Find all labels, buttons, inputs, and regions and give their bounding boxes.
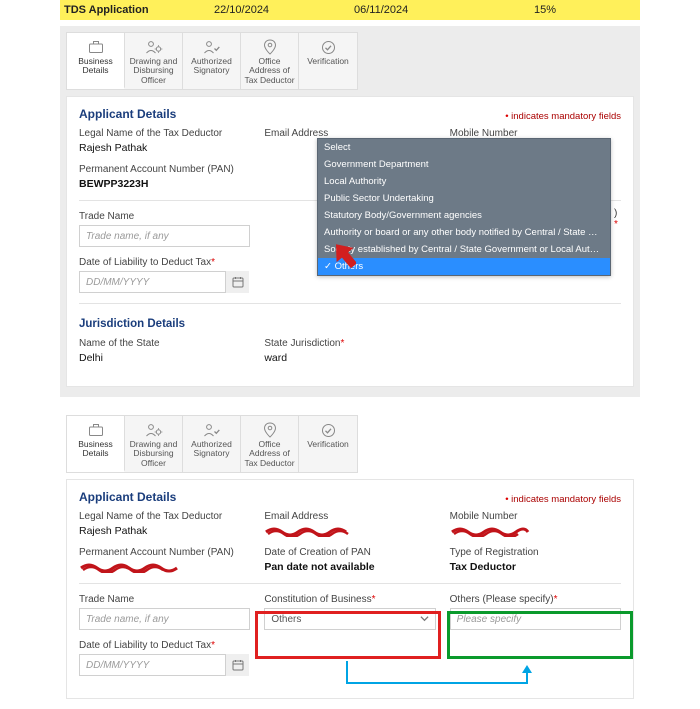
status-date2: 06/11/2024 — [354, 4, 534, 16]
value-legal-2: Rajesh Pathak — [79, 525, 250, 537]
person-check-icon — [185, 39, 238, 55]
tab-authorized-signatory[interactable]: Authorized Signatory — [183, 416, 241, 472]
label-juris: State Jurisdiction* — [264, 338, 435, 349]
dropdown-option[interactable]: Public Sector Undertaking — [318, 190, 610, 207]
constitution-dropdown[interactable]: SelectGovernment DepartmentLocal Authori… — [317, 138, 611, 276]
dropdown-option[interactable]: Local Authority — [318, 173, 610, 190]
label-trade-2: Trade Name — [79, 594, 250, 605]
check-circle-icon — [301, 39, 355, 55]
tab-strip-2: Business DetailsDrawing and Disbursing O… — [66, 415, 358, 473]
tab-office-address-of-tax-deductor[interactable]: Office Address of Tax Deductor — [241, 416, 299, 472]
label-pan: Permanent Account Number (PAN) — [79, 164, 250, 175]
redacted-pan — [79, 561, 179, 573]
status-app: TDS Application — [64, 4, 214, 16]
label-legal-2: Legal Name of the Tax Deductor — [79, 511, 250, 522]
label-liability-2: Date of Liability to Deduct Tax* — [79, 640, 250, 651]
label-constitution: Constitution of Business* — [264, 594, 435, 605]
others-specify-input[interactable]: Please specify — [450, 608, 621, 630]
tab-drawing-and-disbursing-officer[interactable]: Drawing and Disbursing Officer — [125, 33, 183, 89]
tab-drawing-and-disbursing-officer[interactable]: Drawing and Disbursing Officer — [125, 416, 183, 472]
hidden-field-peek: ) * — [614, 208, 621, 230]
label-trade: Trade Name — [79, 211, 250, 222]
value-pan: BEWPP3223H — [79, 178, 250, 190]
calendar-icon[interactable] — [225, 271, 249, 293]
status-date1: 22/10/2024 — [214, 4, 354, 16]
tab-authorized-signatory[interactable]: Authorized Signatory — [183, 33, 241, 89]
tab-business-details[interactable]: Business Details — [67, 33, 125, 89]
value-legal: Rajesh Pathak — [79, 142, 250, 154]
person-gear-icon — [127, 422, 180, 438]
label-liability: Date of Liability to Deduct Tax* — [79, 257, 250, 268]
label-mobile-2: Mobile Number — [450, 511, 621, 522]
value-juris: ward — [264, 352, 435, 364]
tab-verification[interactable]: Verification — [299, 33, 357, 89]
redacted-mobile — [450, 525, 530, 537]
calendar-icon-2[interactable] — [225, 654, 249, 676]
label-pan-2: Permanent Account Number (PAN) — [79, 547, 250, 558]
briefcase-icon — [69, 422, 122, 438]
dropdown-option[interactable]: Authority or board or any other body not… — [318, 224, 610, 241]
label-legal: Legal Name of the Tax Deductor — [79, 128, 250, 139]
constitution-select[interactable]: Others — [264, 608, 435, 630]
map-pin-icon — [243, 39, 296, 55]
label-reg-type: Type of Registration — [450, 547, 621, 558]
status-pct: 15% — [534, 4, 556, 16]
tab-business-details[interactable]: Business Details — [67, 416, 125, 472]
value-reg-type: Tax Deductor — [450, 561, 621, 573]
tab-office-address-of-tax-deductor[interactable]: Office Address of Tax Deductor — [241, 33, 299, 89]
person-gear-icon — [127, 39, 180, 55]
label-email-2: Email Address — [264, 511, 435, 522]
chevron-down-icon — [420, 614, 429, 626]
tab-verification[interactable]: Verification — [299, 416, 357, 472]
label-state: Name of the State — [79, 338, 250, 349]
dropdown-option[interactable]: ✓ Others — [318, 258, 610, 275]
annotation-arrow-red — [334, 241, 356, 269]
dropdown-option[interactable]: Select — [318, 139, 610, 156]
label-others-specify: Others (Please specify)* — [450, 594, 621, 605]
dropdown-option[interactable]: Government Department — [318, 156, 610, 173]
map-pin-icon — [243, 422, 296, 438]
tab-strip: Business DetailsDrawing and Disbursing O… — [66, 32, 358, 90]
value-pan-date: Pan date not available — [264, 561, 435, 573]
liability-date-input[interactable]: DD/MM/YYYY — [79, 271, 249, 293]
jurisdiction-title: Jurisdiction Details — [79, 318, 621, 330]
trade-input[interactable]: Trade name, if any — [79, 225, 250, 247]
trade-input-2[interactable]: Trade name, if any — [79, 608, 250, 630]
dropdown-option[interactable]: Society established by Central / State G… — [318, 241, 610, 258]
liability-date-input-2[interactable]: DD/MM/YYYY — [79, 654, 249, 676]
label-pan-date: Date of Creation of PAN — [264, 547, 435, 558]
briefcase-icon — [69, 39, 122, 55]
redacted-email — [264, 525, 354, 537]
value-state: Delhi — [79, 352, 250, 364]
status-row: TDS Application 22/10/2024 06/11/2024 15… — [60, 0, 640, 20]
person-check-icon — [185, 422, 238, 438]
dropdown-option[interactable]: Statutory Body/Government agencies — [318, 207, 610, 224]
check-circle-icon — [301, 422, 355, 438]
